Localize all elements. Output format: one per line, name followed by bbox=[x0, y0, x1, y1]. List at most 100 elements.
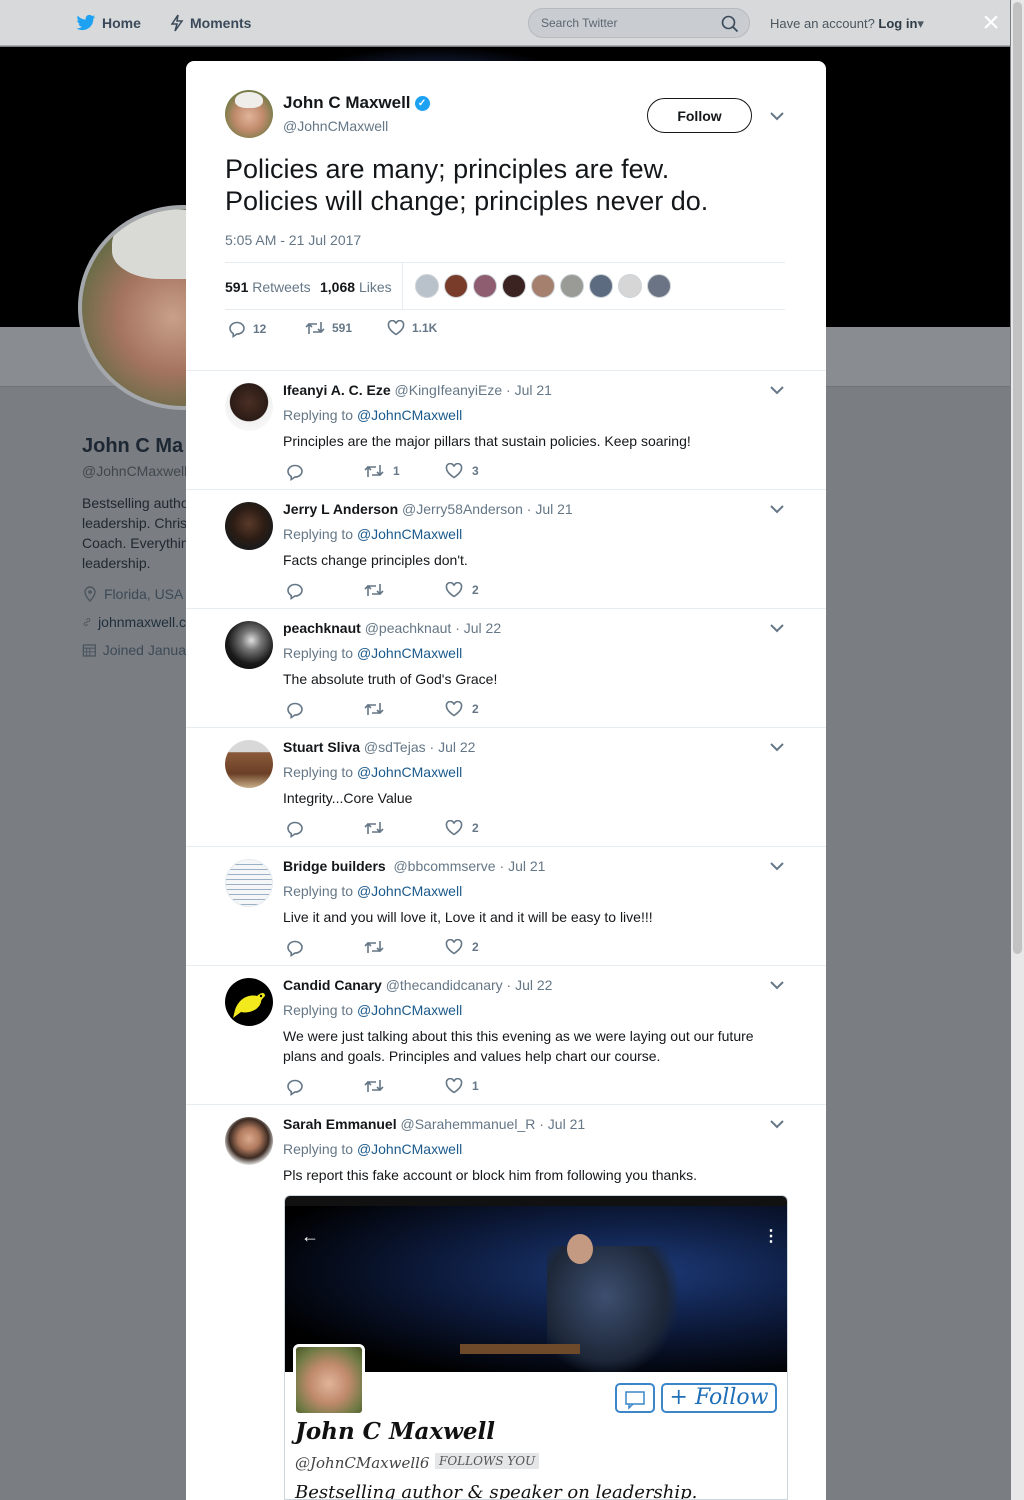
reply-author-name[interactable]: Candid Canary bbox=[283, 977, 382, 993]
reply-author-name[interactable]: Ifeanyi A. C. Eze bbox=[283, 382, 391, 398]
liker-avatar[interactable] bbox=[647, 274, 671, 298]
reply-button[interactable]: 12 bbox=[228, 320, 266, 338]
like-button[interactable]: 2 bbox=[445, 582, 479, 598]
likes-stat[interactable]: 1,068 Likes bbox=[320, 279, 392, 295]
reply-tweet[interactable]: Stuart Sliva @sdTejas · Jul 22 Replying … bbox=[186, 728, 826, 847]
replying-to-link[interactable]: @JohnCMaxwell bbox=[357, 1141, 462, 1157]
reply-avatar[interactable] bbox=[225, 740, 273, 788]
reply-button[interactable] bbox=[286, 701, 313, 719]
chevron-down-icon[interactable] bbox=[770, 504, 784, 514]
chevron-down-icon[interactable] bbox=[770, 111, 784, 121]
liker-avatar[interactable] bbox=[502, 274, 526, 298]
close-icon[interactable]: × bbox=[978, 8, 1004, 38]
reply-author-name[interactable]: Sarah Emmanuel bbox=[283, 1116, 397, 1132]
nav-moments[interactable]: Moments bbox=[170, 14, 251, 32]
reply-author-handle[interactable]: @peachknaut bbox=[365, 620, 452, 636]
like-button[interactable]: 1 bbox=[445, 1078, 479, 1094]
retweet-button[interactable]: 591 bbox=[305, 320, 352, 336]
reply-tweet[interactable]: Bridge builders @bbcommserve · Jul 21 Re… bbox=[186, 847, 826, 966]
search-input[interactable]: Search Twitter bbox=[528, 8, 750, 38]
reply-date[interactable]: Jul 21 bbox=[548, 1116, 585, 1132]
retweet-button[interactable] bbox=[364, 582, 393, 598]
reply-author-handle[interactable]: @Sarahemmanuel_R bbox=[401, 1116, 536, 1132]
reply-author-handle[interactable]: @sdTejas bbox=[364, 739, 426, 755]
chevron-down-icon[interactable] bbox=[770, 980, 784, 990]
chevron-down-icon[interactable] bbox=[770, 623, 784, 633]
reply-date[interactable]: Jul 22 bbox=[515, 977, 552, 993]
replying-to-link[interactable]: @JohnCMaxwell bbox=[357, 407, 462, 423]
reply-date[interactable]: Jul 21 bbox=[535, 501, 572, 517]
liker-avatar[interactable] bbox=[444, 274, 468, 298]
author-handle[interactable]: @JohnCMaxwell bbox=[283, 118, 388, 134]
search-icon[interactable] bbox=[721, 15, 739, 33]
reply-tweet[interactable]: Candid Canary @thecandidcanary · Jul 22 … bbox=[186, 966, 826, 1105]
reply-button[interactable] bbox=[286, 582, 313, 600]
reply-author-name[interactable]: Jerry L Anderson bbox=[283, 501, 398, 517]
reply-avatar[interactable] bbox=[225, 859, 273, 907]
reply-avatar[interactable] bbox=[225, 1117, 273, 1165]
chevron-down-icon[interactable] bbox=[770, 1119, 784, 1129]
reply-avatar[interactable] bbox=[225, 502, 273, 550]
scrollbar[interactable] bbox=[1011, 0, 1024, 1500]
replying-to-link[interactable]: @JohnCMaxwell bbox=[357, 1002, 462, 1018]
like-button[interactable]: 2 bbox=[445, 820, 479, 836]
author-avatar[interactable] bbox=[225, 90, 273, 138]
tweet-timestamp[interactable]: 5:05 AM - 21 Jul 2017 bbox=[225, 232, 361, 248]
author-name[interactable]: John C Maxwell bbox=[283, 93, 411, 113]
scrollbar-thumb[interactable] bbox=[1013, 2, 1022, 954]
reply-author-name[interactable]: Bridge builders bbox=[283, 858, 386, 874]
reply-tweet[interactable]: Jerry L Anderson @Jerry58Anderson · Jul … bbox=[186, 490, 826, 609]
liker-avatar[interactable] bbox=[560, 274, 584, 298]
reply-avatar[interactable] bbox=[225, 621, 273, 669]
replying-to-link[interactable]: @JohnCMaxwell bbox=[357, 526, 462, 542]
profile-website-text[interactable]: johnmaxwell.c bbox=[98, 614, 186, 630]
profile-website[interactable]: johnmaxwell.c bbox=[82, 614, 186, 630]
reply-tweet[interactable]: Ifeanyi A. C. Eze @KingIfeanyiEze · Jul … bbox=[186, 371, 826, 490]
reply-author-handle[interactable]: @thecandidcanary bbox=[386, 977, 503, 993]
reply-count: 12 bbox=[253, 322, 267, 336]
reply-button[interactable] bbox=[286, 939, 313, 957]
like-button[interactable]: 2 bbox=[445, 701, 479, 717]
chevron-down-icon[interactable] bbox=[770, 742, 784, 752]
nav-home[interactable]: Home bbox=[76, 14, 141, 32]
reply-date[interactable]: Jul 22 bbox=[438, 739, 475, 755]
retweet-button[interactable]: 1 bbox=[364, 463, 400, 479]
reply-author-name[interactable]: peachknaut bbox=[283, 620, 361, 636]
reply-tweet[interactable]: peachknaut @peachknaut · Jul 22 Replying… bbox=[186, 609, 826, 728]
reply-author-handle[interactable]: @bbcommserve bbox=[393, 858, 495, 874]
chevron-down-icon[interactable] bbox=[770, 861, 784, 871]
replying-to-link[interactable]: @JohnCMaxwell bbox=[357, 764, 462, 780]
reply-author-name[interactable]: Stuart Sliva bbox=[283, 739, 360, 755]
retweet-button[interactable] bbox=[364, 939, 393, 955]
reply-author-handle[interactable]: @Jerry58Anderson bbox=[402, 501, 523, 517]
follow-button[interactable]: Follow bbox=[647, 98, 752, 133]
liker-avatar[interactable] bbox=[473, 274, 497, 298]
like-button[interactable]: 1.1K bbox=[387, 320, 437, 336]
reply-button[interactable] bbox=[286, 820, 313, 838]
login-link[interactable]: Log in bbox=[878, 16, 917, 31]
like-button[interactable]: 2 bbox=[445, 939, 479, 955]
like-button[interactable]: 3 bbox=[445, 463, 479, 479]
chevron-down-icon[interactable] bbox=[770, 385, 784, 395]
retweet-button[interactable] bbox=[364, 1078, 393, 1094]
replying-to-link[interactable]: @JohnCMaxwell bbox=[357, 883, 462, 899]
liker-avatar[interactable] bbox=[618, 274, 642, 298]
liker-avatar[interactable] bbox=[415, 274, 439, 298]
reply-attached-image[interactable]: ← ⋮ + Follow John C Maxwell @JohnCMaxwel… bbox=[284, 1195, 788, 1500]
retweet-button[interactable] bbox=[364, 820, 393, 836]
reply-button[interactable] bbox=[286, 1078, 313, 1096]
reply-avatar[interactable] bbox=[225, 383, 273, 431]
retweets-stat[interactable]: 591 Retweets bbox=[225, 279, 311, 295]
author-name-row[interactable]: John C Maxwell ✓ bbox=[283, 93, 430, 113]
reply-avatar[interactable] bbox=[225, 978, 273, 1026]
liker-avatar[interactable] bbox=[589, 274, 613, 298]
reply-button[interactable] bbox=[286, 463, 313, 481]
reply-text: We were just talking about this this eve… bbox=[283, 1028, 754, 1064]
reply-author-handle[interactable]: @KingIfeanyiEze bbox=[395, 382, 503, 398]
reply-date[interactable]: Jul 21 bbox=[508, 858, 545, 874]
retweet-button[interactable] bbox=[364, 701, 393, 717]
reply-date[interactable]: Jul 21 bbox=[515, 382, 552, 398]
liker-avatar[interactable] bbox=[531, 274, 555, 298]
replying-to-link[interactable]: @JohnCMaxwell bbox=[357, 645, 462, 661]
reply-date[interactable]: Jul 22 bbox=[464, 620, 501, 636]
